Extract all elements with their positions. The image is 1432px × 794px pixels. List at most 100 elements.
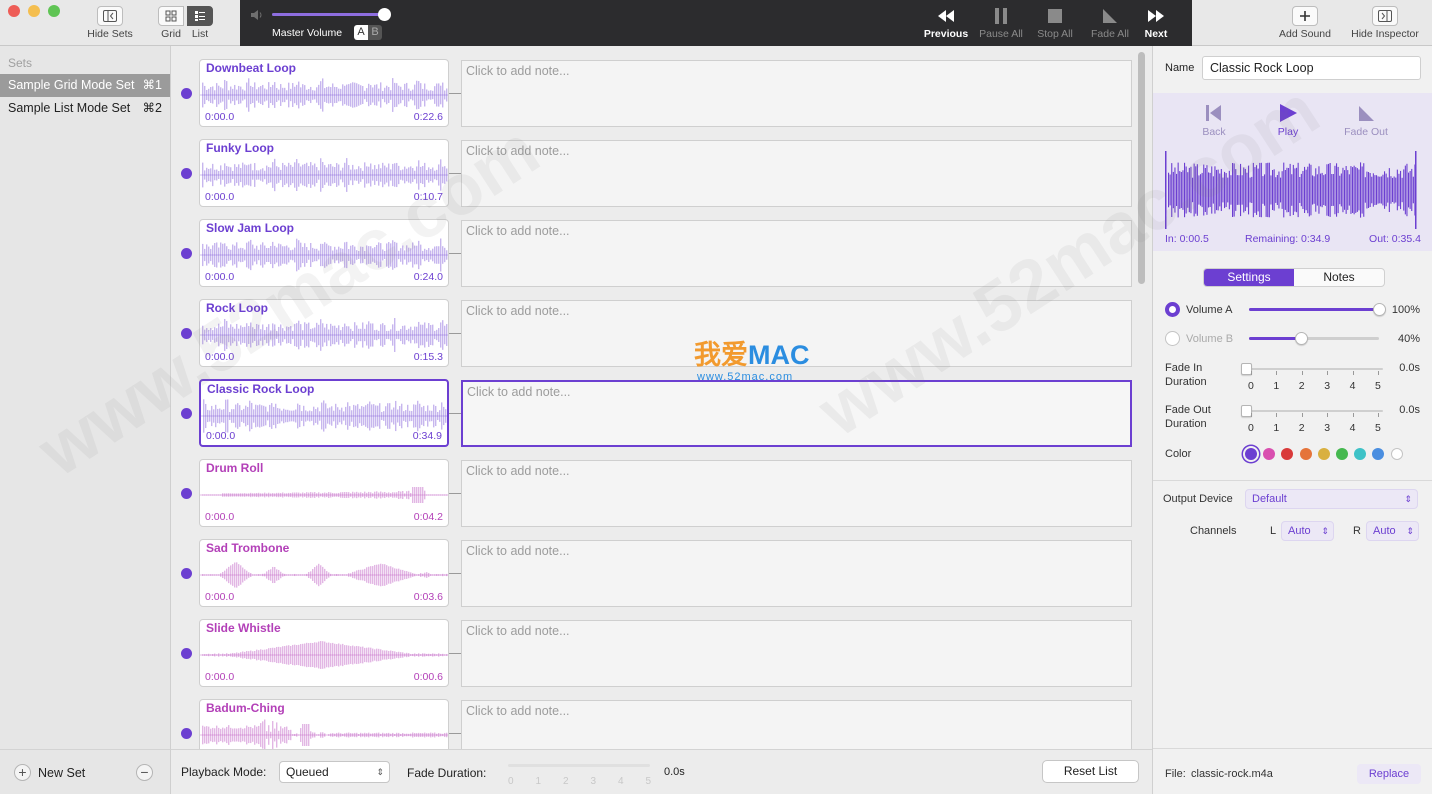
tick-label: 4 [1349,422,1356,434]
fade-out-slider[interactable] [1241,405,1383,417]
volume-b-radio[interactable] [1165,331,1180,346]
volume-a-knob[interactable] [1373,303,1386,316]
sound-card[interactable]: Funky Loop 0:00.0 0:10.7 [199,139,449,207]
play-icon [1280,104,1297,122]
sound-card[interactable]: Drum Roll 0:00.0 0:04.2 [199,459,449,527]
note-field[interactable]: Click to add note... [461,380,1132,447]
sound-start-time: 0:00.0 [205,671,235,683]
master-volume-knob[interactable] [378,8,392,21]
set-item-grid-mode[interactable]: Sample Grid Mode Set ⌘1 [0,74,170,97]
note-field[interactable]: Click to add note... [461,540,1132,607]
sound-name: Downbeat Loop [206,61,296,75]
color-swatch[interactable] [1372,448,1385,460]
set-item-list-mode[interactable]: Sample List Mode Set ⌘2 [0,97,170,120]
note-field[interactable]: Click to add note... [461,140,1132,207]
channel-r-value: Auto [1373,525,1396,537]
color-swatch[interactable] [1390,448,1403,460]
sound-card[interactable]: Classic Rock Loop 0:00.0 0:34.9 [199,379,449,447]
waveform [200,641,448,669]
sound-row[interactable]: Classic Rock Loop 0:00.0 0:34.9 Click to ad… [171,366,1152,447]
master-volume-slider[interactable] [272,8,392,21]
color-swatch[interactable] [1336,448,1348,460]
sound-row[interactable]: Downbeat Loop 0:00.0 0:22.6 Click to add no… [171,46,1152,127]
sound-row[interactable]: Funky Loop 0:00.0 0:10.7 Click to add note.… [171,126,1152,207]
sound-name-input[interactable] [1202,56,1421,80]
list-scrollbar[interactable] [1138,52,1145,284]
new-set-label[interactable]: New Set [38,766,85,780]
tab-notes[interactable]: Notes [1294,269,1384,286]
play-button[interactable]: Play [1258,103,1318,138]
sound-card[interactable]: Rock Loop 0:00.0 0:15.3 [199,299,449,367]
tick-mark [1327,371,1329,375]
volume-b-knob[interactable] [1295,332,1308,345]
tick-label: 2 [563,776,569,787]
sound-card[interactable]: Downbeat Loop 0:00.0 0:22.6 [199,59,449,127]
output-device-select[interactable]: Default ⇕ [1245,489,1418,509]
note-field[interactable]: Click to add note... [461,460,1132,527]
pause-all-button[interactable]: Pause All [971,6,1031,40]
fade-all-label: Fade All [1091,28,1129,40]
replace-button[interactable]: Replace [1357,764,1421,784]
volume-b-slider[interactable] [1249,332,1379,345]
note-field[interactable]: Click to add note... [461,700,1132,749]
stop-icon [1025,6,1085,26]
ab-toggle-a[interactable]: A [354,25,368,40]
playback-mode-select[interactable]: Queued ⇕ [279,761,390,783]
sound-row[interactable]: Badum-Ching Click to add note... [171,686,1152,749]
sound-card[interactable]: Sad Trombone 0:00.0 0:03.6 [199,539,449,607]
sound-card[interactable]: Badum-Ching [199,699,449,749]
back-button[interactable]: Back [1184,103,1244,138]
fade-out-button[interactable]: Fade Out [1336,103,1396,138]
tab-settings[interactable]: Settings [1204,269,1294,286]
sound-row[interactable]: Drum Roll 0:00.0 0:04.2 Click to add note..… [171,446,1152,527]
next-icon [1126,6,1186,26]
tick-mark [1352,371,1354,375]
hide-sets-button[interactable]: Hide Sets [84,6,136,40]
waveform-preview[interactable] [1165,151,1421,229]
sound-row[interactable]: Slow Jam Loop 0:00.0 0:24.0 Click to add no… [171,206,1152,287]
minimize-window-button[interactable] [28,5,40,17]
tick-mark [1301,413,1303,417]
new-set-plus-icon[interactable]: + [14,764,31,781]
color-swatch[interactable] [1299,448,1312,460]
volume-a-radio[interactable] [1165,302,1180,317]
set-item-label: Sample List Mode Set [8,101,131,115]
sound-row[interactable]: Slide Whistle 0:00.0 0:00.6 Click to add no… [171,606,1152,687]
volume-a-slider[interactable] [1249,303,1386,316]
note-field[interactable]: Click to add note... [461,620,1132,687]
list-view-button[interactable]: List [186,6,214,40]
fade-out-value: 0.0s [1399,404,1420,416]
tick-label: 5 [1375,422,1381,434]
channel-r-select[interactable]: Auto ⇕ [1366,521,1419,541]
channels-label: Channels [1190,525,1237,537]
sound-card[interactable]: Slow Jam Loop 0:00.0 0:24.0 [199,219,449,287]
sound-row[interactable]: Sad Trombone 0:00.0 0:03.6 Click to add not… [171,526,1152,607]
ab-toggle-b[interactable]: B [368,25,382,40]
zoom-window-button[interactable] [48,5,60,17]
hide-inspector-button[interactable]: Hide Inspector [1348,6,1422,40]
grid-view-button[interactable]: Grid [157,6,185,40]
reset-list-button[interactable]: Reset List [1042,760,1139,783]
close-window-button[interactable] [8,5,20,17]
hide-sets-label: Hide Sets [87,28,133,40]
stop-all-button[interactable]: Stop All [1025,6,1085,40]
fade-out-label-line2: Duration [1165,418,1207,430]
color-swatch[interactable] [1245,448,1257,460]
previous-button[interactable]: Previous [916,6,976,40]
sound-card[interactable]: Slide Whistle 0:00.0 0:00.6 [199,619,449,687]
volume-a-fill [1249,308,1379,311]
note-field[interactable]: Click to add note... [461,220,1132,287]
color-swatch[interactable] [1317,448,1330,460]
color-swatch[interactable] [1281,448,1294,460]
fade-in-slider[interactable] [1241,363,1383,375]
next-button[interactable]: Next [1126,6,1186,40]
remove-set-minus-icon[interactable]: − [136,764,153,781]
sound-row[interactable]: Rock Loop 0:00.0 0:15.3 Click to add note..… [171,286,1152,367]
tick-mark [1251,371,1252,375]
color-swatch[interactable] [1354,448,1367,460]
note-field[interactable]: Click to add note... [461,60,1132,127]
add-sound-button[interactable]: Add Sound [1276,6,1334,40]
color-swatch[interactable] [1263,448,1276,460]
fade-duration-slider[interactable] [508,764,650,767]
channel-l-select[interactable]: Auto ⇕ [1281,521,1334,541]
